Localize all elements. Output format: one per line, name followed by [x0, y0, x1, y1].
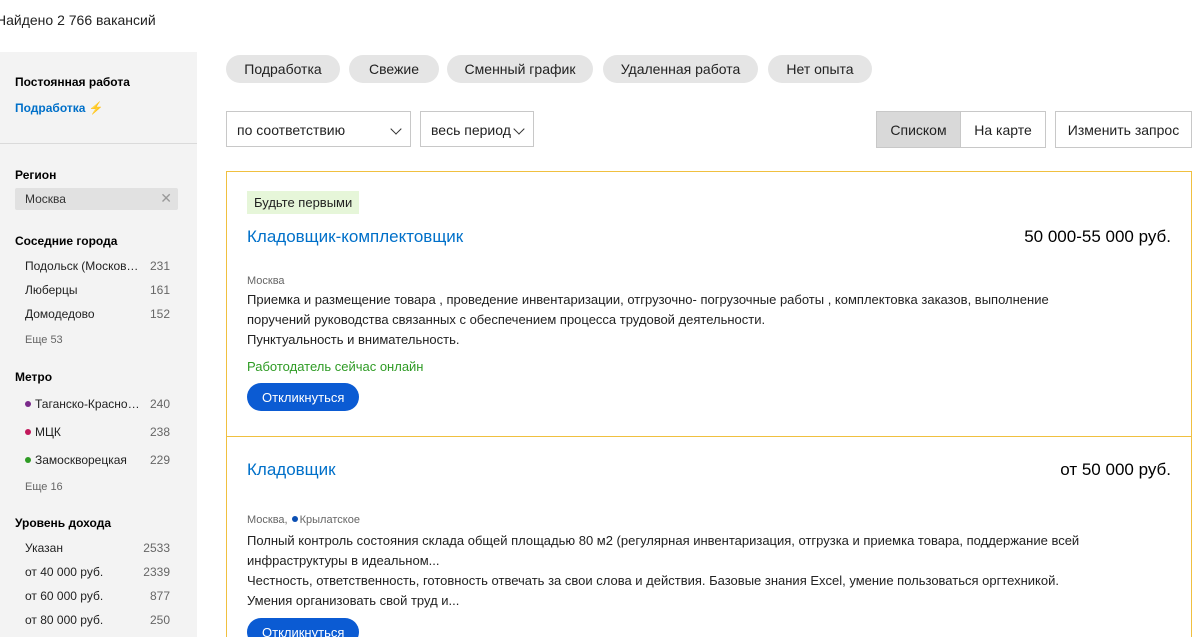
- nearby-city-label: Подольск (Московская область): [25, 259, 143, 273]
- income-count: 250: [149, 613, 170, 627]
- metro-label: МЦК: [35, 425, 61, 439]
- change-query-button[interactable]: Изменить запрос: [1055, 111, 1192, 148]
- vacancy-description: Полный контроль состояния склада общей п…: [247, 531, 1079, 611]
- metro-line-dot-icon: [291, 516, 298, 522]
- nearby-city-label: Домодедово: [25, 307, 95, 321]
- metro-title: Метро: [15, 370, 53, 384]
- nearby-city-item[interactable]: Люберцы 161: [25, 283, 170, 301]
- employer-online-status: Работодатель сейчас онлайн: [247, 359, 424, 374]
- vacancy-title-link[interactable]: Кладовщик-комплектовщик: [247, 227, 463, 247]
- period-select[interactable]: весь период: [420, 111, 534, 147]
- vacancies-found-count: Найдено 2 766 вакансий: [0, 12, 156, 28]
- description-line: Приемка и размещение товара , проведение…: [247, 292, 1049, 307]
- metro-line-dot-icon: [25, 429, 31, 435]
- metro-count: 238: [149, 425, 170, 439]
- sort-select[interactable]: по соответствию: [226, 111, 411, 147]
- period-select-value: весь период: [431, 122, 511, 138]
- income-count: 877: [149, 589, 170, 603]
- region-chip-label: Москва: [25, 192, 66, 206]
- nearby-cities-title: Соседние города: [15, 234, 118, 248]
- description-line: Пунктуальность и внимательность.: [247, 332, 460, 347]
- metro-count: 229: [149, 453, 170, 467]
- vacancy-location: Москва, Крылатское: [247, 514, 360, 526]
- income-item[interactable]: от 80 000 руб. 250: [25, 613, 170, 631]
- vacancy-title-link[interactable]: Кладовщик: [247, 460, 336, 480]
- close-icon[interactable]: ✕: [160, 190, 172, 207]
- metro-item[interactable]: МЦК 238: [25, 425, 170, 443]
- description-line: Честность, ответственность, готовность о…: [247, 573, 1059, 588]
- income-item[interactable]: от 60 000 руб. 877: [25, 589, 170, 607]
- metro-label: Таганско-Краснопресненская: [35, 397, 143, 411]
- vacancy-city: Москва,: [247, 514, 288, 526]
- income-count: 2339: [143, 565, 170, 579]
- income-label: Указан: [25, 541, 63, 555]
- nearby-more-link[interactable]: Еще 53: [25, 334, 63, 346]
- parttime-filter-link[interactable]: Подработка ⚡: [15, 101, 104, 115]
- income-label: от 40 000 руб.: [25, 565, 104, 579]
- nearby-city-count: 161: [149, 283, 170, 297]
- chip-fresh[interactable]: Свежие: [349, 55, 439, 83]
- region-title: Регион: [15, 168, 57, 182]
- metro-line-dot-icon: [25, 401, 31, 407]
- view-map-button[interactable]: На карте: [960, 111, 1046, 148]
- chip-shift-schedule[interactable]: Сменный график: [447, 55, 593, 83]
- metro-count: 240: [149, 397, 170, 411]
- description-line: инфраструктуры в идеальном...: [247, 553, 440, 568]
- sort-select-value: по соответствию: [237, 122, 346, 138]
- metro-item[interactable]: Замоскворецкая 229: [25, 453, 170, 471]
- sidebar-divider: [0, 143, 197, 144]
- nearby-city-count: 152: [149, 307, 170, 321]
- vacancy-card: Будьте первыми Кладовщик-комплектовщик 5…: [226, 171, 1192, 437]
- be-first-badge: Будьте первыми: [247, 191, 360, 214]
- nearby-city-count: 231: [149, 259, 170, 273]
- nearby-city-label: Люберцы: [25, 283, 78, 297]
- vacancy-card: Кладовщик от 50 000 руб. Москва, Крылатск…: [226, 436, 1192, 637]
- vacancy-salary: от 50 000 руб.: [1060, 460, 1171, 479]
- view-list-button[interactable]: Списком: [876, 111, 961, 148]
- filters-sidebar: Постоянная работа Подработка ⚡ Регион Мо…: [0, 52, 197, 637]
- income-label: от 60 000 руб.: [25, 589, 104, 603]
- description-line: Умения организовать свой труд и...: [247, 593, 460, 608]
- income-label: от 80 000 руб.: [25, 613, 104, 627]
- description-line: поручений руководства связанных с обеспе…: [247, 312, 766, 327]
- vacancy-salary: 50 000-55 000 руб.: [1024, 227, 1171, 246]
- parttime-link-label: Подработка: [15, 101, 86, 115]
- income-title: Уровень дохода: [15, 516, 112, 530]
- metro-label: Замоскворецкая: [35, 453, 127, 467]
- respond-button[interactable]: Откликнуться: [247, 618, 360, 637]
- nearby-city-item[interactable]: Подольск (Московская область) 231: [25, 259, 170, 277]
- vacancy-description: Приемка и размещение товара , проведение…: [247, 290, 1049, 350]
- metro-line-dot-icon: [25, 457, 31, 463]
- income-item[interactable]: от 40 000 руб. 2339: [25, 565, 170, 583]
- respond-button[interactable]: Откликнуться: [247, 383, 360, 411]
- income-item[interactable]: Указан 2533: [25, 541, 170, 559]
- vacancy-metro: Крылатское: [299, 514, 360, 526]
- metro-item[interactable]: Таганско-Краснопресненская 240: [25, 397, 170, 415]
- nearby-city-item[interactable]: Домодедово 152: [25, 307, 170, 325]
- chip-parttime[interactable]: Подработка: [226, 55, 340, 83]
- chip-remote[interactable]: Удаленная работа: [603, 55, 758, 83]
- chip-no-experience[interactable]: Нет опыта: [768, 55, 872, 83]
- vacancy-city: Москва: [247, 275, 285, 287]
- chevron-down-icon: [513, 123, 525, 135]
- lightning-icon: ⚡: [88, 101, 104, 115]
- description-line: Полный контроль состояния склада общей п…: [247, 533, 1080, 548]
- chevron-down-icon: [390, 123, 402, 135]
- income-count: 2533: [143, 541, 170, 555]
- metro-more-link[interactable]: Еще 16: [25, 481, 63, 493]
- region-chip[interactable]: Москва ✕: [15, 188, 178, 210]
- employment-type-title[interactable]: Постоянная работа: [15, 75, 130, 89]
- vacancy-location: Москва: [247, 275, 285, 287]
